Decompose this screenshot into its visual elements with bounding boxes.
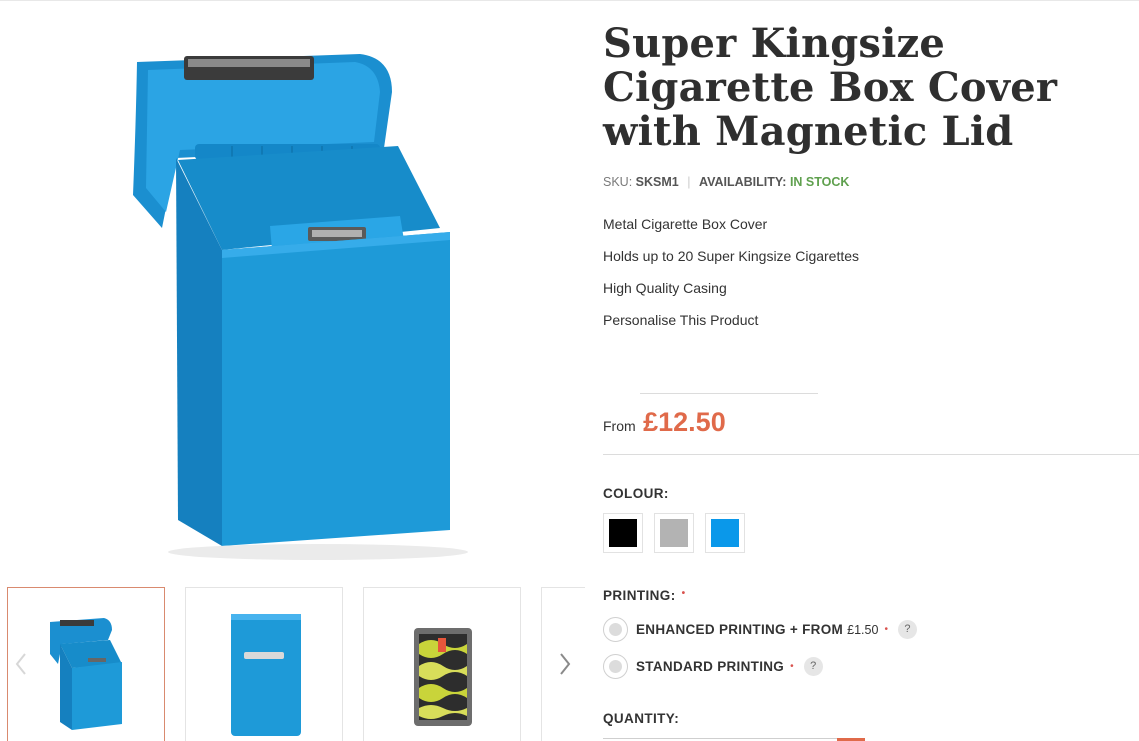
price-amount: £12.50 <box>643 407 726 437</box>
availability-label: AVAILABILITY: <box>698 175 787 189</box>
sku-label: SKU: <box>603 175 633 189</box>
price-prefix: From <box>603 418 636 434</box>
printing-label: PRINTING: • <box>603 588 686 603</box>
sku-value: SKSM1 <box>635 175 679 189</box>
colour-label: COLOUR: <box>603 486 669 501</box>
swatch-fill <box>711 519 739 547</box>
help-icon[interactable]: ? <box>803 656 823 676</box>
radio-button[interactable] <box>603 653 628 679</box>
printing-label-text: PRINTING: <box>603 588 676 603</box>
printing-option-text: ENHANCED PRINTING + FROM <box>636 621 844 637</box>
required-marker: • <box>884 623 888 635</box>
colour-swatch-blue[interactable] <box>705 513 745 553</box>
help-icon[interactable]: ? <box>897 619 917 639</box>
required-marker: • <box>681 588 686 599</box>
price-divider <box>603 454 1139 455</box>
availability-status: IN STOCK <box>789 175 850 189</box>
printing-option-price: £1.50 <box>847 622 879 637</box>
printing-option-enhanced[interactable]: ENHANCED PRINTING + FROM £1.50 • ? <box>603 615 917 643</box>
feature-item: Personalise This Product <box>603 312 759 328</box>
price-divider-short <box>640 393 818 394</box>
price-block: From £12.50 <box>603 407 726 438</box>
feature-item: Holds up to 20 Super Kingsize Cigarettes <box>603 248 860 264</box>
printing-option-label: ENHANCED PRINTING + FROM £1.50 <box>636 622 878 637</box>
feature-item: Metal Cigarette Box Cover <box>603 216 768 232</box>
colour-swatch-silver[interactable] <box>654 513 694 553</box>
radio-button[interactable] <box>603 616 628 642</box>
required-marker: • <box>790 660 794 672</box>
thumbnail-carousel <box>0 587 585 741</box>
product-title: Super Kingsize Cigarette Box Cover with … <box>603 20 1058 155</box>
printing-option-label: STANDARD PRINTING <box>636 658 785 674</box>
quantity-label: QUANTITY: <box>603 711 680 726</box>
meta-separator: | <box>687 175 691 189</box>
thumbnail-printed-box[interactable] <box>363 587 521 741</box>
main-product-image[interactable] <box>0 0 585 580</box>
feature-item: High Quality Casing <box>603 280 727 296</box>
prev-thumbnail-arrow[interactable] <box>10 649 32 679</box>
colour-swatch-black[interactable] <box>603 513 643 553</box>
feature-list: Metal Cigarette Box Cover Holds up to 20… <box>603 214 859 342</box>
printing-option-standard[interactable]: STANDARD PRINTING • ? <box>603 652 823 680</box>
product-meta: SKU: SKSM1 | AVAILABILITY: IN STOCK <box>603 175 849 189</box>
swatch-fill <box>609 519 637 547</box>
next-thumbnail-arrow[interactable] <box>554 649 576 679</box>
thumbnail-blue-box-closed[interactable] <box>185 587 343 741</box>
swatch-fill <box>660 519 688 547</box>
